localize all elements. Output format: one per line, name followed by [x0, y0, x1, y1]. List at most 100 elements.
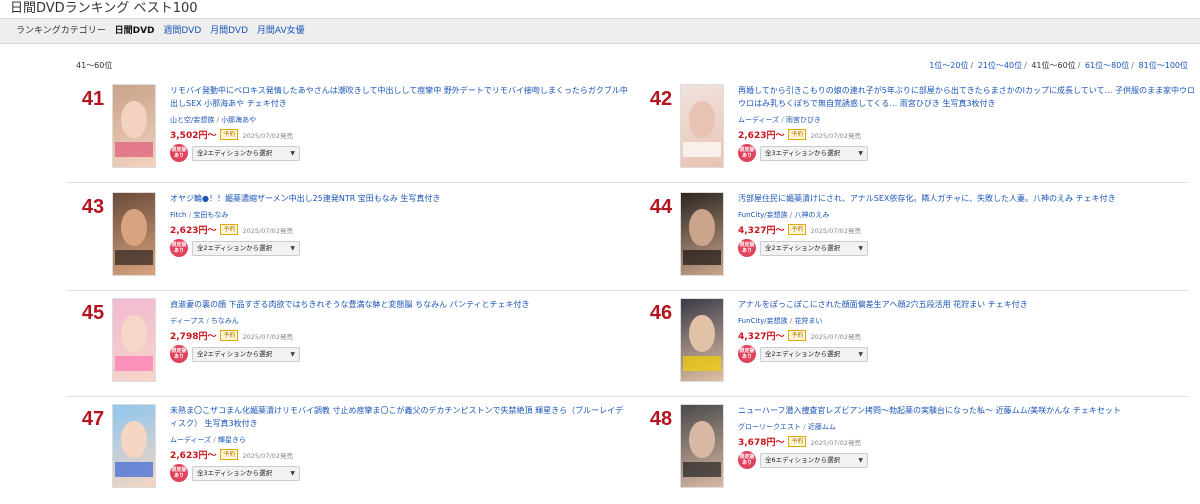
- release-date: 2025/07/02発売: [242, 332, 293, 341]
- chevron-down-icon: ▼: [858, 350, 863, 358]
- actress-link[interactable]: 宝田もなみ: [193, 211, 228, 219]
- pager-link-81-100[interactable]: 81位〜100位: [1139, 61, 1188, 70]
- release-date: 2025/07/02発売: [242, 226, 293, 235]
- price-row: 4,327円〜 予約 2025/07/02発売: [738, 329, 1198, 342]
- rank-number: 44: [649, 196, 673, 218]
- rank-number: 47: [81, 408, 105, 430]
- product-title-link[interactable]: 未熟ま〇こザコまん化媚薬漬けリモバイ調教 寸止め痙攣ま〇こが義父のデカチンピスト…: [170, 404, 630, 430]
- edition-row: 限定版あり 全3エディションから選択 ▼: [170, 464, 630, 482]
- category-daily-dvd[interactable]: 日間DVD: [115, 26, 155, 36]
- edition-select[interactable]: 全2エディションから選択 ▼: [760, 346, 868, 362]
- actress-link[interactable]: 輝星きら: [218, 436, 246, 444]
- entry-info: アナルをぽっこぽこにされた顔面偏差生アヘ顔2穴五段活用 花狩まい チェキ付き F…: [738, 298, 1198, 363]
- preorder-tag: 予約: [220, 449, 239, 460]
- product-title-link[interactable]: 汚部屋住民に媚薬漬けにされ、アナルSEX依存化。隣人ガチャに、失敗した人妻。八神…: [738, 192, 1198, 205]
- edition-select[interactable]: 全2エディションから選択 ▼: [192, 346, 300, 362]
- entry-info: リモバイ発動中にベロキス発情したあやさんは潮吹きして中出しして痙攣中 野外デート…: [170, 84, 630, 162]
- release-date: 2025/07/02発売: [242, 451, 293, 460]
- product-thumbnail[interactable]: [112, 84, 156, 168]
- rank-number: 43: [81, 196, 105, 218]
- pager-link-61-80[interactable]: 61位〜80位: [1085, 61, 1129, 70]
- edition-select-label: 全2エディションから選択: [197, 148, 273, 157]
- preorder-tag: 予約: [788, 224, 807, 235]
- category-monthly-actress[interactable]: 月間AV女優: [257, 26, 305, 36]
- limited-edition-badge: 限定版あり: [170, 239, 188, 257]
- maker-link[interactable]: グローリークエスト: [738, 423, 801, 431]
- preorder-tag: 予約: [788, 436, 807, 447]
- ranking-entry: 48 ニューハーフ潜入捜査官レズビアン拷問～勃起薬の実験台になった私～ 近藤ムム…: [644, 404, 1200, 504]
- edition-row: 限定版あり 全2エディションから選択 ▼: [170, 239, 630, 257]
- price-row: 2,623円〜 予約 2025/07/02発売: [170, 223, 630, 236]
- price: 3,678円〜: [738, 438, 785, 448]
- release-date: 2025/07/02発売: [810, 438, 861, 447]
- preorder-tag: 予約: [220, 330, 239, 341]
- product-thumbnail[interactable]: [680, 298, 724, 382]
- price: 2,623円〜: [170, 226, 217, 236]
- pager-link-21-40[interactable]: 21位〜40位: [978, 61, 1022, 70]
- edition-row: 限定版あり 全6エディションから選択 ▼: [738, 451, 1198, 469]
- actress-link[interactable]: ちなみん: [211, 317, 239, 325]
- edition-select[interactable]: 全2エディションから選択 ▼: [760, 240, 868, 256]
- product-thumbnail[interactable]: [680, 84, 724, 168]
- product-thumbnail[interactable]: [112, 192, 156, 276]
- chevron-down-icon: ▼: [290, 244, 295, 252]
- product-meta: FunCity/妄想族 / 花狩まい: [738, 317, 823, 325]
- edition-select[interactable]: 全6エディションから選択 ▼: [760, 452, 868, 468]
- category-monthly-dvd[interactable]: 月間DVD: [210, 26, 248, 36]
- edition-select[interactable]: 全3エディションから選択 ▼: [192, 465, 300, 481]
- chevron-down-icon: ▼: [290, 350, 295, 358]
- maker-link[interactable]: 山と空/妄想族: [170, 116, 214, 124]
- product-title-link[interactable]: リモバイ発動中にベロキス発情したあやさんは潮吹きして中出しして痙攣中 野外デート…: [170, 84, 630, 110]
- category-weekly-dvd[interactable]: 週間DVD: [163, 26, 201, 36]
- chevron-down-icon: ▼: [290, 149, 295, 157]
- category-bar: ランキングカテゴリー 日間DVD 週間DVD 月間DVD 月間AV女優: [0, 18, 1200, 44]
- pager-link-1-20[interactable]: 1位〜20位: [929, 61, 968, 70]
- product-thumbnail[interactable]: [112, 404, 156, 488]
- edition-row: 限定版あり 全2エディションから選択 ▼: [170, 144, 630, 162]
- price-row: 2,623円〜 予約 2025/07/02発売: [170, 448, 630, 461]
- product-title-link[interactable]: 再婚してから引きこもりの娘の連れ子が5年ぶりに部屋から出てきたらまさかのIカップ…: [738, 84, 1198, 110]
- limited-edition-badge: 限定版あり: [738, 451, 756, 469]
- product-title-link[interactable]: オヤジ輪●！！媚薬濃縮ザーメン中出し25連発NTR 宝田もなみ 生写真付き: [170, 192, 630, 205]
- maker-link[interactable]: FunCity/妄想族: [738, 317, 788, 325]
- limited-edition-badge: 限定版あり: [738, 239, 756, 257]
- maker-link[interactable]: ムーディーズ: [738, 116, 779, 124]
- edition-select[interactable]: 全3エディションから選択 ▼: [760, 145, 868, 161]
- product-thumbnail[interactable]: [680, 404, 724, 488]
- product-meta: ムーディーズ / 輝星きら: [170, 436, 246, 444]
- actress-link[interactable]: 雨宮ひびき: [786, 116, 821, 124]
- product-title-link[interactable]: アナルをぽっこぽこにされた顔面偏差生アヘ顔2穴五段活用 花狩まい チェキ付き: [738, 298, 1198, 311]
- release-date: 2025/07/02発売: [810, 226, 861, 235]
- product-meta: FunCity/妄想族 / 八神のえみ: [738, 211, 830, 219]
- actress-link[interactable]: 八神のえみ: [794, 211, 829, 219]
- edition-row: 限定版あり 全2エディションから選択 ▼: [738, 239, 1198, 257]
- edition-select-label: 全2エディションから選択: [765, 349, 841, 358]
- preorder-tag: 予約: [220, 129, 239, 140]
- rank-number: 42: [649, 88, 673, 110]
- product-title-link[interactable]: ニューハーフ潜入捜査官レズビアン拷問～勃起薬の実験台になった私～ 近藤ムム/美咲…: [738, 404, 1198, 417]
- actress-link[interactable]: 花狩まい: [794, 317, 822, 325]
- maker-link[interactable]: ディープス: [170, 317, 204, 325]
- actress-link[interactable]: 小那海あや: [221, 116, 256, 124]
- maker-link[interactable]: Fitch: [170, 211, 187, 219]
- edition-select-label: 全3エディションから選択: [197, 468, 273, 477]
- edition-row: 限定版あり 全3エディションから選択 ▼: [738, 144, 1198, 162]
- edition-row: 限定版あり 全2エディションから選択 ▼: [170, 345, 630, 363]
- price: 4,327円〜: [738, 332, 785, 342]
- product-thumbnail[interactable]: [112, 298, 156, 382]
- edition-select[interactable]: 全2エディションから選択 ▼: [192, 240, 300, 256]
- release-date: 2025/07/02発売: [810, 332, 861, 341]
- ranking-entry: 47 未熟ま〇こザコまん化媚薬漬けリモバイ調教 寸止め痙攣ま〇こが義父のデカチン…: [76, 404, 636, 504]
- product-title-link[interactable]: 貞淑妻の裏の顔 下品すぎる肉欲ではちきれそうな豊満な躰と変態脳 ちなみん パンテ…: [170, 298, 630, 311]
- maker-link[interactable]: FunCity/妄想族: [738, 211, 788, 219]
- product-thumbnail[interactable]: [680, 192, 724, 276]
- pager-current: 41位〜60位: [1031, 61, 1076, 70]
- maker-link[interactable]: ムーディーズ: [170, 436, 211, 444]
- entry-info: 汚部屋住民に媚薬漬けにされ、アナルSEX依存化。隣人ガチャに、失敗した人妻。八神…: [738, 192, 1198, 257]
- release-date: 2025/07/02発売: [810, 131, 861, 140]
- entry-info: 未熟ま〇こザコまん化媚薬漬けリモバイ調教 寸止め痙攣ま〇こが義父のデカチンピスト…: [170, 404, 630, 482]
- actress-link[interactable]: 近藤ムム: [808, 423, 836, 431]
- edition-select[interactable]: 全2エディションから選択 ▼: [192, 145, 300, 161]
- ranking-entry: 41 リモバイ発動中にベロキス発情したあやさんは潮吹きして中出しして痙攣中 野外…: [76, 84, 636, 184]
- entry-info: ニューハーフ潜入捜査官レズビアン拷問～勃起薬の実験台になった私～ 近藤ムム/美咲…: [738, 404, 1198, 469]
